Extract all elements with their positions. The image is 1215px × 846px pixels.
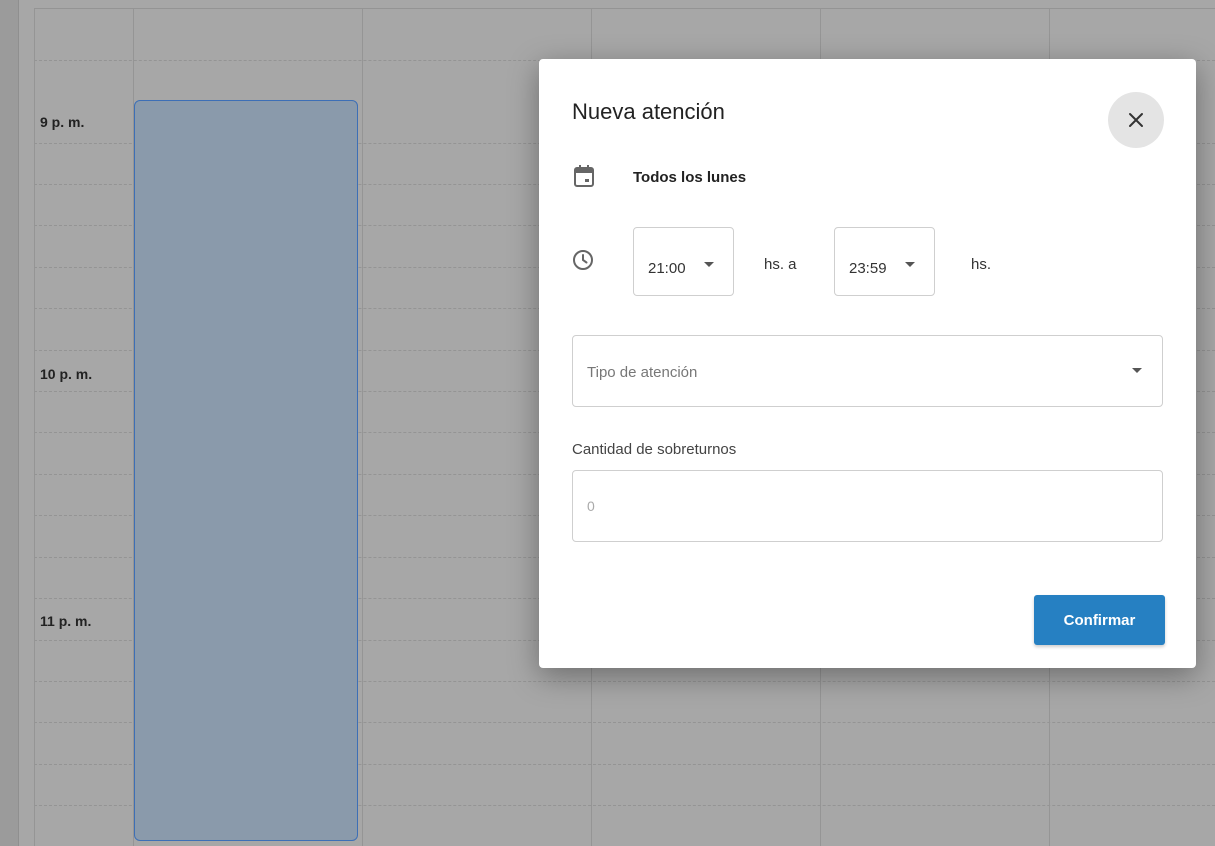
overbooking-quantity-input[interactable] — [572, 470, 1163, 542]
start-time-value: 21:00 — [648, 260, 686, 277]
confirm-button[interactable]: Confirmar — [1034, 595, 1165, 645]
between-text: hs. a — [764, 256, 797, 273]
chevron-down-icon — [704, 262, 714, 267]
quantity-label: Cantidad de sobreturnos — [572, 441, 737, 458]
end-time-value: 23:59 — [849, 260, 887, 277]
close-icon — [1129, 113, 1143, 127]
selected-time-block[interactable] — [134, 100, 358, 841]
clock-icon — [573, 250, 593, 270]
slot-line — [34, 8, 1215, 9]
time-label-9pm: 9 p. m. — [40, 114, 85, 130]
appointment-type-select[interactable]: Tipo de atención — [572, 335, 1163, 407]
after-text: hs. — [971, 256, 992, 273]
time-label-11pm: 11 p. m. — [40, 613, 92, 629]
repeat-text: Todos los lunes — [633, 169, 747, 186]
column-divider — [362, 8, 363, 846]
end-time-select[interactable]: 23:59 — [834, 227, 935, 296]
column-divider — [34, 8, 35, 846]
dialog-title: Nueva atención — [572, 99, 725, 124]
close-button[interactable] — [1108, 92, 1164, 148]
time-label-10pm: 10 p. m. — [40, 366, 93, 382]
appointment-type-placeholder: Tipo de atención — [587, 364, 698, 381]
calendar-left-edge — [0, 0, 19, 846]
chevron-down-icon — [1132, 368, 1142, 373]
new-appointment-dialog: Nueva atención Todos los lunes 21:00 hs.… — [539, 59, 1196, 668]
chevron-down-icon — [905, 262, 915, 267]
calendar-icon — [574, 165, 594, 187]
start-time-select[interactable]: 21:00 — [633, 227, 734, 296]
